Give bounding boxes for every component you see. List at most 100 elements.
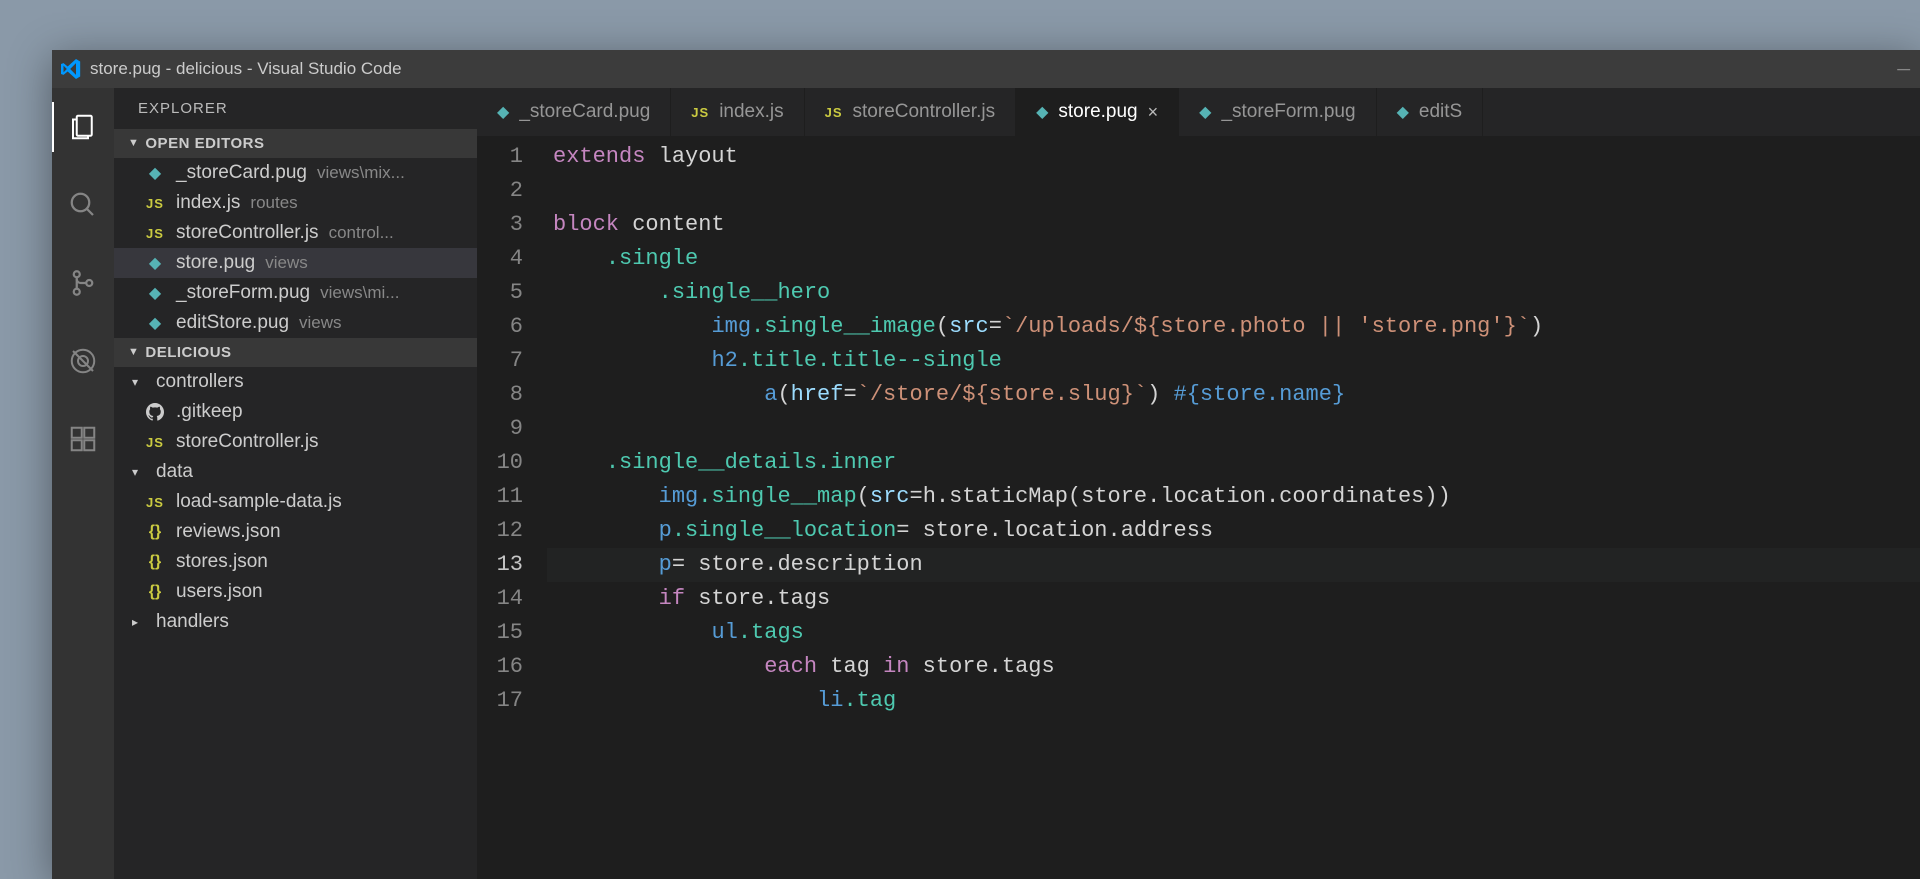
file-name: store.pug: [176, 252, 255, 274]
code-content[interactable]: extends layout block content .single .sin…: [547, 136, 1920, 879]
open-editor-item[interactable]: ◆ _storeForm.pug views\mi...: [114, 278, 477, 308]
open-editor-item[interactable]: ◆ _storeCard.pug views\mix...: [114, 158, 477, 188]
code-line[interactable]: [547, 412, 1920, 446]
file-path-hint: views: [265, 253, 308, 273]
chevron-right-icon: ▸: [132, 615, 146, 629]
github-icon: [144, 403, 166, 421]
editor-tab[interactable]: ◆editS: [1377, 88, 1484, 136]
file-path-hint: views: [299, 313, 342, 333]
json-file-icon: {}: [144, 583, 166, 601]
file-path-hint: views\mix...: [317, 163, 405, 183]
project-label: DELICIOUS: [145, 344, 231, 361]
code-line[interactable]: extends layout: [547, 140, 1920, 174]
folder-item[interactable]: ▾ controllers: [114, 367, 477, 397]
tab-label: store.pug: [1058, 101, 1137, 123]
explorer-activity-icon[interactable]: [52, 102, 114, 152]
chevron-down-icon: ▾: [132, 465, 146, 479]
explorer-label: EXPLORER: [114, 88, 477, 129]
titlebar: store.pug - delicious - Visual Studio Co…: [52, 50, 1920, 88]
code-line[interactable]: .single__hero: [547, 276, 1920, 310]
file-name: _storeForm.pug: [176, 282, 310, 304]
open-editor-item[interactable]: JSstoreController.jscontrol...: [114, 218, 477, 248]
close-icon[interactable]: ×: [1148, 102, 1159, 123]
open-editors-list: ◆ _storeCard.pug views\mix... JS index.js rou…: [114, 158, 477, 338]
file-name: stores.json: [176, 551, 268, 573]
open-editor-item[interactable]: JSindex.jsroutes: [114, 188, 477, 218]
project-header[interactable]: ▼ DELICIOUS: [114, 338, 477, 367]
editor-tabs: ◆ _storeCard.pug JS index.js JS storeControll…: [477, 88, 1920, 136]
editor-tab[interactable]: JS index.js: [671, 88, 804, 136]
pug-file-icon: ◆: [1036, 102, 1048, 122]
source-control-activity-icon[interactable]: [52, 258, 114, 308]
open-editors-label: OPEN EDITORS: [145, 135, 264, 152]
json-file-icon: {}: [144, 523, 166, 541]
js-file-icon: JS: [144, 435, 166, 450]
code-line[interactable]: h2.title.title--single: [547, 344, 1920, 378]
extensions-activity-icon[interactable]: [52, 414, 114, 464]
js-file-icon: JS: [825, 105, 843, 120]
tab-label: _storeForm.pug: [1221, 101, 1355, 123]
editor-tab[interactable]: ◆ store.pug ×: [1016, 88, 1179, 136]
code-line[interactable]: li.tag: [547, 684, 1920, 718]
folder-item[interactable]: ▾ data: [114, 457, 477, 487]
code-line[interactable]: img.single__map(src=h.staticMap(store.lo…: [547, 480, 1920, 514]
code-line[interactable]: a(href=`/store/${store.slug}`) #{store.n…: [547, 378, 1920, 412]
code-line[interactable]: .single__details.inner: [547, 446, 1920, 480]
folder-name: controllers: [156, 371, 244, 393]
file-name: users.json: [176, 581, 263, 603]
file-path-hint: views\mi...: [320, 283, 399, 303]
tab-label: storeController.js: [853, 101, 996, 123]
line-number-gutter: 1234567891011121314151617: [477, 136, 547, 879]
file-name: index.js: [176, 192, 240, 214]
folder-name: data: [156, 461, 193, 483]
open-editor-item[interactable]: ◆editStore.pugviews: [114, 308, 477, 338]
code-line[interactable]: p.single__location= store.location.addre…: [547, 514, 1920, 548]
pug-file-icon: ◆: [497, 102, 509, 122]
window-controls: ─: [1897, 59, 1910, 80]
pug-file-icon: ◆: [1397, 102, 1409, 122]
js-file-icon: JS: [691, 105, 709, 120]
file-name: storeController.js: [176, 222, 319, 244]
code-line[interactable]: block content: [547, 208, 1920, 242]
file-item[interactable]: JSstoreController.js: [114, 427, 477, 457]
open-editors-header[interactable]: ▼ OPEN EDITORS: [114, 129, 477, 158]
file-path-hint: routes: [250, 193, 297, 213]
js-file-icon: JS: [144, 495, 166, 510]
code-line[interactable]: [547, 174, 1920, 208]
open-editor-item[interactable]: ◆ store.pug views: [114, 248, 477, 278]
pug-file-icon: ◆: [144, 163, 166, 183]
editor-tab[interactable]: ◆ _storeForm.pug: [1179, 88, 1376, 136]
code-line[interactable]: .single: [547, 242, 1920, 276]
file-item[interactable]: .gitkeep: [114, 397, 477, 427]
file-item[interactable]: {} users.json: [114, 577, 477, 607]
minimize-button[interactable]: ─: [1897, 59, 1910, 80]
file-item[interactable]: {}stores.json: [114, 547, 477, 577]
search-activity-icon[interactable]: [52, 180, 114, 230]
editor-group: ◆ _storeCard.pug JS index.js JS storeControll…: [477, 88, 1920, 879]
file-name: reviews.json: [176, 521, 281, 543]
pug-file-icon: ◆: [144, 283, 166, 303]
pug-file-icon: ◆: [144, 253, 166, 273]
code-line[interactable]: p= store.description: [547, 548, 1920, 582]
tab-label: _storeCard.pug: [519, 101, 650, 123]
code-line[interactable]: if store.tags: [547, 582, 1920, 616]
file-name: load-sample-data.js: [176, 491, 342, 513]
vscode-logo-icon: [60, 58, 82, 80]
editor-area[interactable]: 1234567891011121314151617 extends layout…: [477, 136, 1920, 879]
code-line[interactable]: ul.tags: [547, 616, 1920, 650]
editor-tab[interactable]: JS storeController.js: [805, 88, 1016, 136]
file-item[interactable]: JS load-sample-data.js: [114, 487, 477, 517]
tab-label: index.js: [719, 101, 783, 123]
window-title: store.pug - delicious - Visual Studio Co…: [90, 59, 1897, 79]
folder-item[interactable]: ▸handlers: [114, 607, 477, 637]
js-file-icon: JS: [144, 226, 166, 241]
debug-activity-icon[interactable]: [52, 336, 114, 386]
chevron-down-icon: ▾: [132, 375, 146, 389]
pug-file-icon: ◆: [1199, 102, 1211, 122]
pug-file-icon: ◆: [144, 313, 166, 333]
code-line[interactable]: img.single__image(src=`/uploads/${store.…: [547, 310, 1920, 344]
file-item[interactable]: {} reviews.json: [114, 517, 477, 547]
editor-tab[interactable]: ◆ _storeCard.pug: [477, 88, 671, 136]
code-line[interactable]: each tag in store.tags: [547, 650, 1920, 684]
file-name: _storeCard.pug: [176, 162, 307, 184]
